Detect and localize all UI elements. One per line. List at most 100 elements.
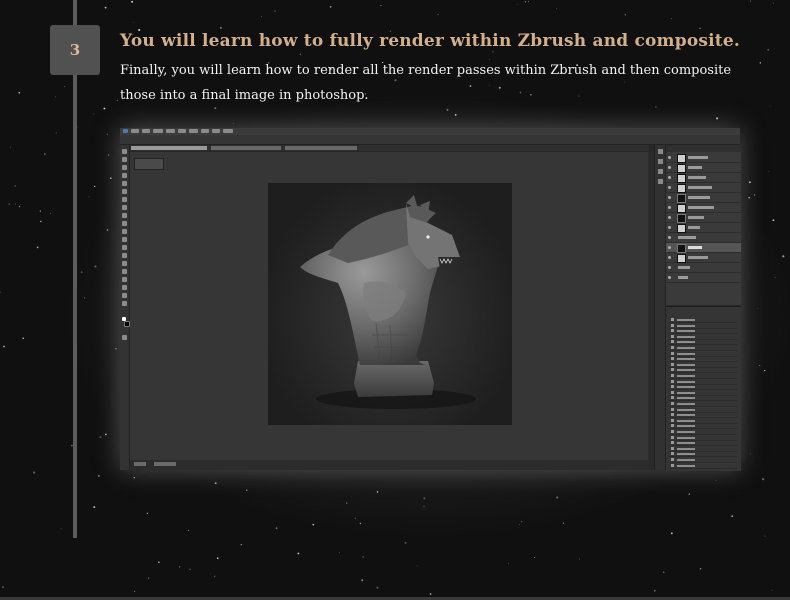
ps-layer-label [688,196,710,199]
ps-options-bar [120,135,740,145]
ps-layer-row [666,213,741,223]
ps-document-canvas [268,183,512,425]
star [329,6,332,8]
marquee-tool-icon [122,157,127,162]
ps-history-label [677,324,695,327]
star [492,51,494,53]
pen-tool-icon [122,261,127,266]
star [416,565,418,567]
history-brush-icon [671,413,674,417]
ps-menu-item [166,129,175,133]
star [214,575,216,577]
star [104,6,107,9]
eye-icon [668,236,671,239]
history-brush-icon [671,407,674,411]
star [528,1,530,3]
panel-icon [658,149,663,154]
ps-layer-row [666,263,741,273]
ps-history-label [677,436,695,439]
star [534,557,536,559]
history-brush-icon [671,318,674,321]
ps-layer-row [666,223,741,233]
star [260,16,262,17]
star [297,552,300,555]
history-brush-icon [671,379,674,383]
ps-layer-label [678,266,690,269]
star [299,53,302,56]
star [22,337,25,340]
ps-layer-label [688,166,702,169]
layer-thumbnail-icon [677,204,686,213]
ps-layer-label [688,186,712,189]
star [2,586,4,588]
ps-history-label [677,453,695,456]
ps-layers-header [666,145,741,152]
star [8,203,11,205]
ps-history-row [669,463,737,469]
history-brush-icon [671,385,674,389]
ps-zoom-readout [134,462,146,466]
ps-layer-row [666,183,741,193]
ps-history-label [677,397,695,400]
history-brush-icon [671,418,674,422]
ps-history-label [677,375,695,377]
history-brush-icon [671,368,674,372]
star [10,146,12,148]
star [33,471,36,474]
history-brush-tool-icon [122,221,127,226]
star [44,153,46,155]
ps-tab-active [131,146,207,150]
layer-thumbnail-icon [677,174,686,183]
eye-icon [668,176,671,179]
ps-layer-row [666,163,741,173]
ps-history-label [677,352,695,355]
ps-layer-row [666,253,741,263]
ps-menubar [120,128,740,135]
history-brush-icon [671,351,674,355]
hand-tool-icon [122,293,127,298]
eye-icon [668,166,671,169]
history-brush-icon [671,390,674,394]
move-tool-icon [122,149,127,154]
star [216,557,219,560]
star [64,85,65,87]
star [361,579,364,582]
ps-layer-row [666,233,741,243]
star [60,528,62,529]
ps-layer-label [688,256,708,259]
ps-history-label [677,341,695,344]
ps-layer-row [666,273,741,283]
shape-tool-icon [122,285,127,290]
star [699,568,702,570]
ps-history-label [677,330,695,333]
star [158,561,160,564]
layer-thumbnail-icon [677,164,686,173]
history-brush-icon [671,323,674,327]
star [132,22,134,23]
history-brush-icon [671,329,674,333]
star [429,593,432,595]
heal-tool-icon [122,197,127,202]
eye-icon [668,216,671,219]
werewolf-bust-icon [300,195,476,409]
lasso-tool-icon [122,165,127,170]
panel-icon [658,169,663,174]
eye-icon [668,196,671,199]
history-brush-icon [671,435,674,439]
history-brush-icon [671,452,674,456]
star [131,0,134,3]
ps-menu-item [223,129,233,133]
ps-layer-row-selected [666,243,741,253]
ps-history-panel [665,306,741,471]
star [404,541,407,544]
eye-icon [668,276,671,279]
ps-properties-chip [134,158,164,170]
star [556,8,557,10]
star [699,27,701,30]
star [36,246,39,249]
star [0,291,1,293]
dodge-tool-icon [122,253,127,258]
ps-logo-icon [123,129,128,133]
type-tool-icon [122,269,127,274]
path-select-tool-icon [122,277,127,282]
